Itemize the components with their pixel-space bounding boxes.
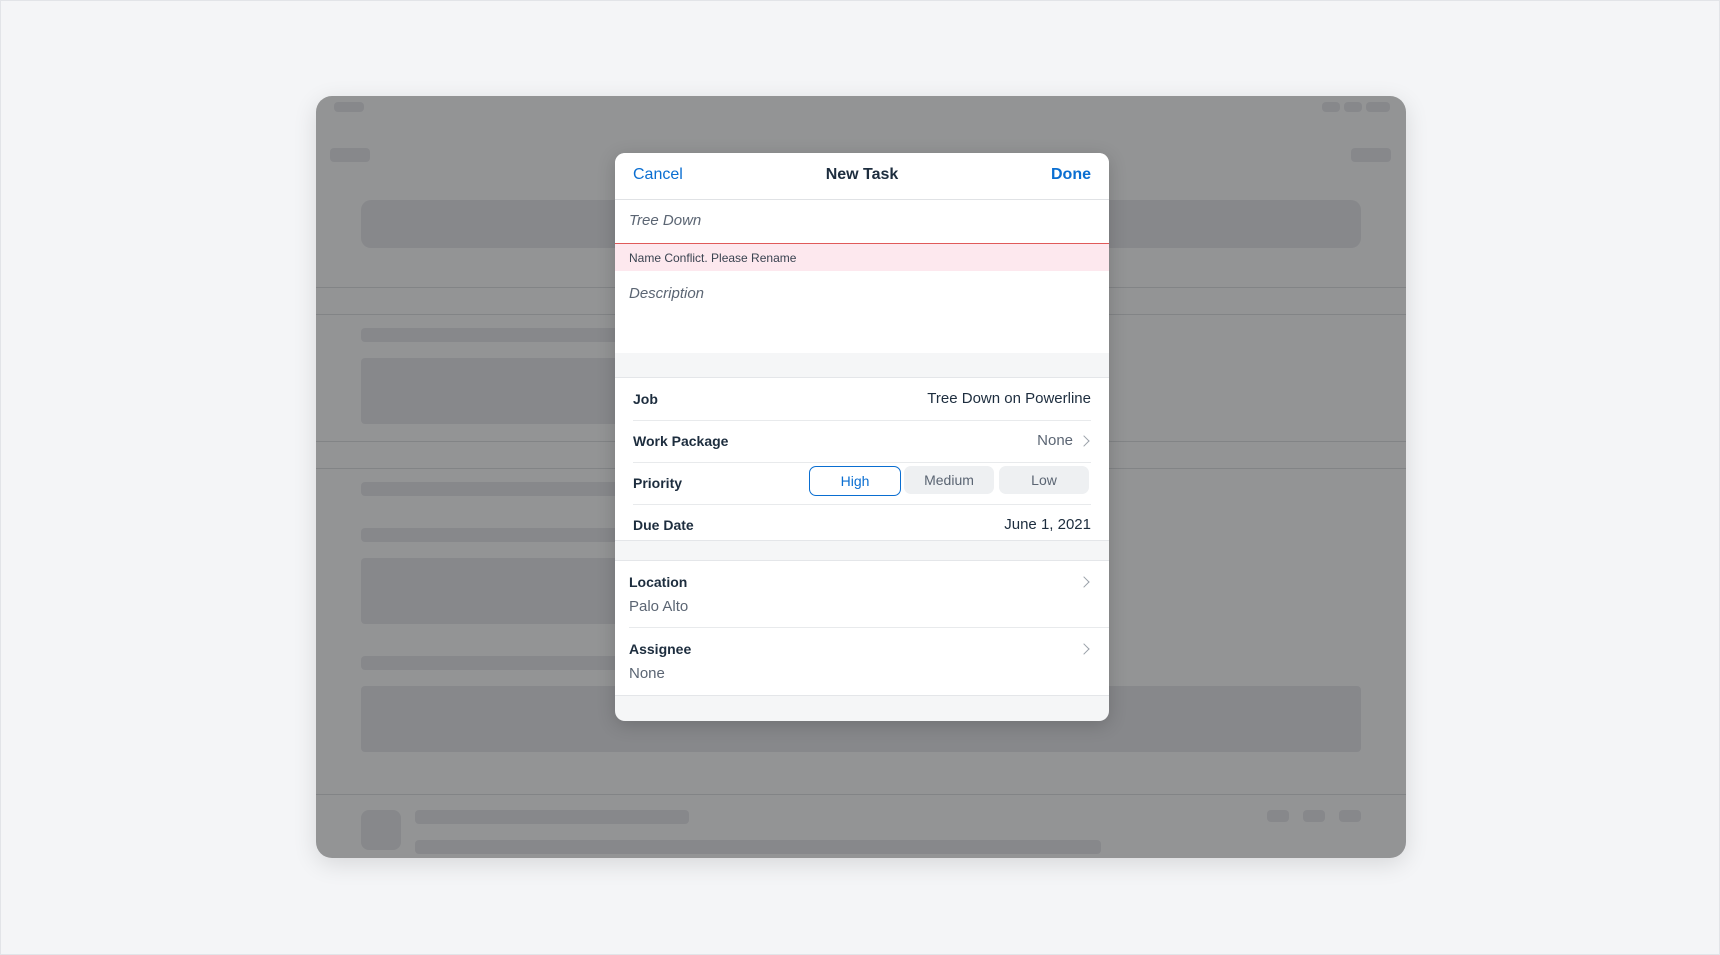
assignee-item[interactable]: Assignee None xyxy=(629,628,1109,694)
priority-option-medium[interactable]: Medium xyxy=(904,466,994,494)
assignment-group: Location Palo Alto Assignee None xyxy=(615,560,1109,696)
job-row: Job Tree Down on Powerline xyxy=(633,378,1091,421)
work-package-label: Work Package xyxy=(633,433,729,449)
chevron-right-icon xyxy=(1078,643,1090,655)
work-package-value: None xyxy=(1037,432,1073,449)
location-label: Location xyxy=(629,574,688,590)
priority-option-high[interactable]: High xyxy=(809,466,901,496)
task-details-group: Job Tree Down on Powerline Work Package … xyxy=(615,377,1109,541)
dialog-header: Cancel New Task Done xyxy=(615,153,1109,200)
chevron-right-icon xyxy=(1078,576,1090,588)
new-task-dialog: Cancel New Task Done Tree Down Name Conf… xyxy=(615,153,1109,721)
task-name-value: Tree Down xyxy=(629,212,702,229)
error-message: Name Conflict. Please Rename xyxy=(629,251,797,265)
job-label: Job xyxy=(633,391,658,407)
due-date-value: June 1, 2021 xyxy=(1004,516,1091,533)
chevron-right-icon xyxy=(1078,435,1090,447)
description-field[interactable]: Description xyxy=(615,271,1109,353)
assignee-label: Assignee xyxy=(629,641,692,657)
due-date-row[interactable]: Due Date June 1, 2021 xyxy=(633,504,1091,540)
dialog-title: New Task xyxy=(825,166,899,183)
description-placeholder: Description xyxy=(629,285,705,302)
priority-label: Priority xyxy=(633,475,683,491)
assignee-value: None xyxy=(629,665,665,682)
location-value: Palo Alto xyxy=(629,598,689,615)
priority-option-low[interactable]: Low xyxy=(999,466,1089,494)
work-package-row[interactable]: Work Package None xyxy=(633,420,1091,463)
due-date-label: Due Date xyxy=(633,517,694,533)
priority-segmented-control: High Medium Low xyxy=(809,466,1091,496)
location-item[interactable]: Location Palo Alto xyxy=(629,561,1109,628)
job-value: Tree Down on Powerline xyxy=(927,390,1091,407)
name-error-banner: Name Conflict. Please Rename xyxy=(615,244,1109,271)
priority-row: Priority High Medium Low xyxy=(633,462,1091,505)
done-button[interactable]: Done xyxy=(1051,166,1091,184)
task-name-field[interactable]: Tree Down xyxy=(615,200,1109,244)
